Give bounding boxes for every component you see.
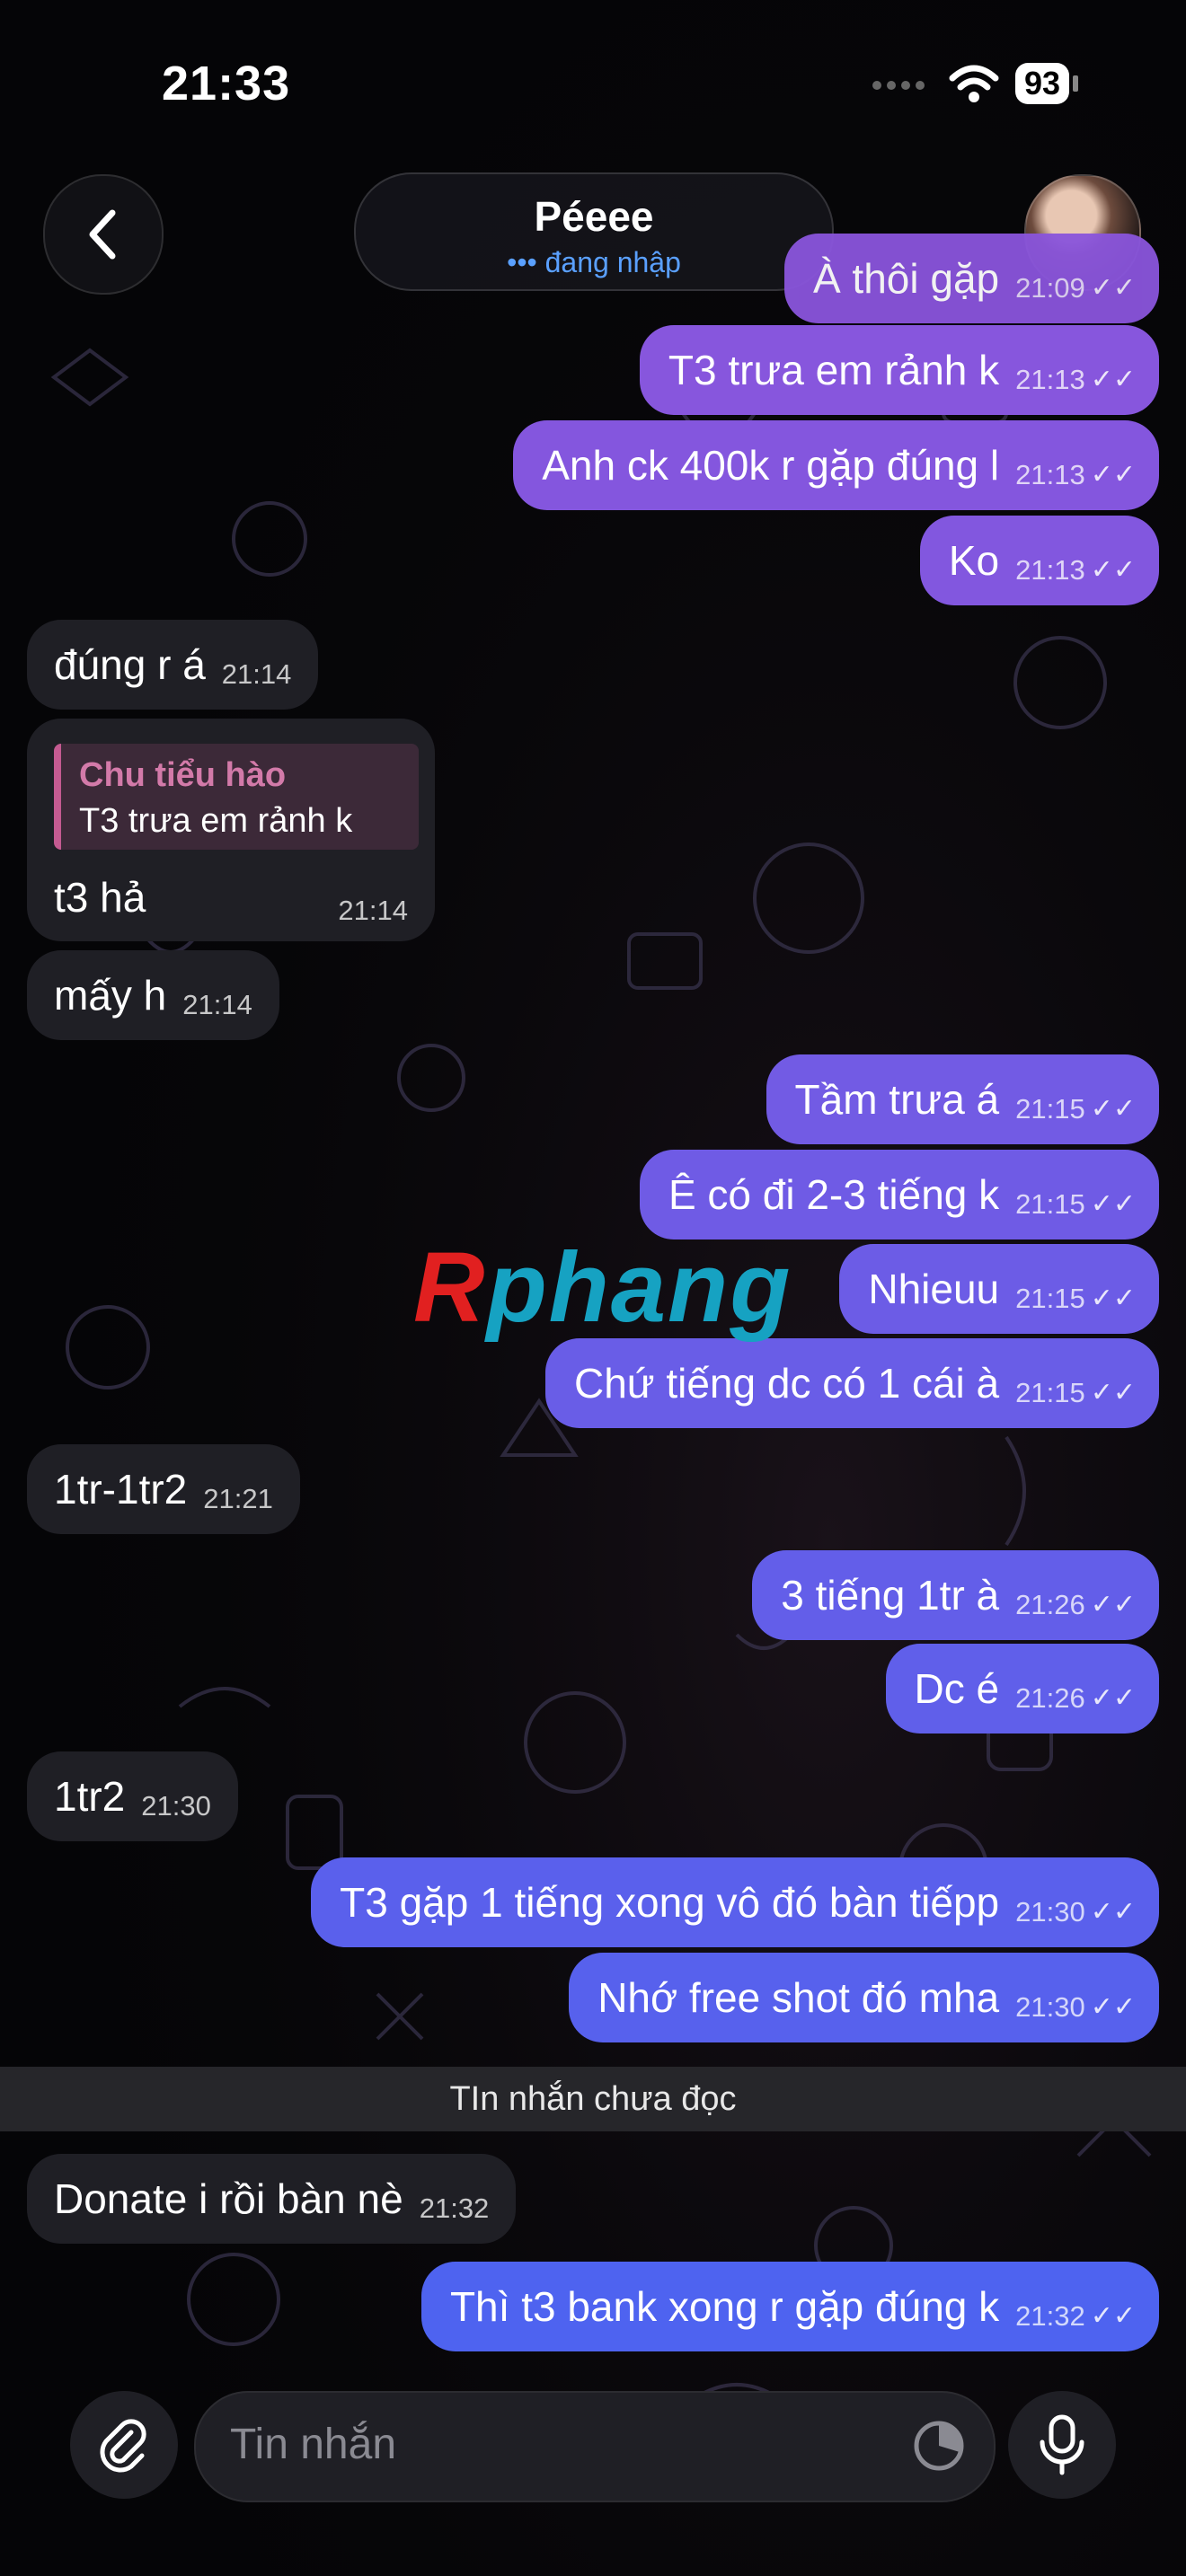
message-time: 21:13	[1015, 459, 1085, 490]
contact-name: Péeee	[534, 193, 654, 240]
message-bubble[interactable]: T3 trưa em rảnh k 21:13 ✓✓	[639, 325, 1159, 415]
quoted-sender: Chu tiểu hào	[79, 756, 287, 794]
double-check-icon: ✓✓	[1090, 365, 1136, 394]
double-check-icon: ✓✓	[1090, 1590, 1136, 1619]
message-bubble[interactable]: Nhớ free shot đó mha 21:30 ✓✓	[569, 1953, 1159, 2042]
quoted-text: T3 trưa em rảnh k	[79, 802, 353, 840]
message-bubble[interactable]: Ê có đi 2-3 tiếng k 21:15 ✓✓	[639, 1150, 1159, 1239]
message-time: 21:15	[1015, 1283, 1085, 1314]
battery-level: 93	[1014, 63, 1069, 104]
message-text: Ê có đi 2-3 tiếng k	[668, 1171, 1000, 1218]
message-time: 21:15	[1015, 1093, 1085, 1125]
status-indicators: 93	[870, 63, 1078, 104]
message-text: Ko	[948, 537, 1000, 584]
message-time: 21:32	[1015, 2300, 1085, 2332]
message-time: 21:09	[1015, 272, 1085, 304]
status-bar: 21:33 93	[0, 0, 1186, 171]
double-check-icon: ✓✓	[1090, 1378, 1136, 1407]
message-time: 21:13	[1015, 364, 1085, 395]
message-bubble[interactable]: Anh ck 400k r gặp đúng l 21:13 ✓✓	[513, 420, 1159, 510]
message-text: 1tr2	[54, 1773, 126, 1820]
double-check-icon: ✓✓	[1090, 555, 1136, 585]
watermark-logo: Rphang	[413, 1232, 792, 1343]
back-button[interactable]	[43, 174, 164, 295]
message-bubble[interactable]: 1tr-1tr2 21:21	[27, 1444, 300, 1534]
message-time: 21:14	[221, 658, 292, 690]
double-check-icon: ✓✓	[1090, 1094, 1136, 1124]
message-text: T3 trưa em rảnh k	[668, 347, 1000, 393]
message-bubble[interactable]: mấy h 21:14	[27, 950, 279, 1040]
message-time: 21:14	[338, 895, 408, 926]
double-check-icon: ✓✓	[1090, 1992, 1136, 2022]
contact-status: ••• đang nhập	[507, 246, 681, 278]
message-text: Thì t3 bank xong r gặp đúng k	[449, 2283, 1000, 2330]
message-time: 21:13	[1015, 554, 1085, 586]
message-text: Anh ck 400k r gặp đúng l	[542, 442, 1000, 489]
status-time: 21:33	[162, 57, 291, 110]
message-bubble[interactable]: À thôi gặp 21:09 ✓✓	[783, 234, 1159, 323]
microphone-button[interactable]	[1008, 2391, 1116, 2499]
message-text: 1tr-1tr2	[54, 1466, 188, 1513]
double-check-icon: ✓✓	[1090, 273, 1136, 303]
message-bubble[interactable]: Ko 21:13 ✓✓	[919, 516, 1159, 605]
microphone-icon	[1040, 2414, 1084, 2475]
message-text: Chứ tiếng dc có 1 cái à	[573, 1360, 1000, 1407]
chevron-left-icon	[89, 209, 116, 260]
message-text: đúng r á	[54, 641, 206, 688]
message-text: T3 gặp 1 tiếng xong vô đó bàn tiếpp	[340, 1879, 1000, 1926]
typing-dots-icon: •••	[507, 246, 537, 278]
message-text: mấy h	[54, 972, 167, 1019]
sticker-timer-icon[interactable]	[911, 2418, 967, 2474]
message-input-placeholder: Tin nhắn	[230, 2421, 397, 2468]
message-text: Nhieuu	[868, 1266, 1000, 1312]
wifi-icon	[949, 65, 999, 102]
chat-title[interactable]: Péeee ••• đang nhập	[354, 172, 834, 291]
message-bubble[interactable]: T3 gặp 1 tiếng xong vô đó bàn tiếpp 21:30…	[311, 1857, 1159, 1947]
message-text: Tầm trưa á	[794, 1076, 1000, 1123]
double-check-icon: ✓✓	[1090, 1189, 1136, 1219]
message-text: Donate i rồi bàn nè	[54, 2175, 403, 2222]
message-time: 21:30	[1015, 1896, 1085, 1928]
message-bubble[interactable]: Thì t3 bank xong r gặp đúng k 21:32 ✓✓	[420, 2262, 1159, 2351]
quoted-message[interactable]: Chu tiểu hào T3 trưa em rảnh k	[54, 744, 419, 850]
cellular-signal-icon	[872, 81, 925, 90]
message-time: 21:30	[1015, 1991, 1085, 2023]
message-text: 3 tiếng 1tr à	[781, 1572, 1000, 1619]
paperclip-icon	[100, 2419, 146, 2473]
message-bubble[interactable]: Dc é 21:26 ✓✓	[885, 1644, 1159, 1734]
message-bubble[interactable]: Nhieuu 21:15 ✓✓	[839, 1244, 1159, 1334]
message-composer: Tin nhắn	[0, 2380, 1186, 2576]
battery-icon	[1073, 75, 1078, 92]
message-input[interactable]: Tin nhắn	[194, 2391, 996, 2502]
message-text: Dc é	[914, 1665, 1000, 1712]
message-bubble[interactable]: đúng r á 21:14	[27, 620, 319, 710]
attach-button[interactable]	[70, 2391, 178, 2499]
message-time: 21:21	[203, 1483, 273, 1514]
message-text: Nhớ free shot đó mha	[597, 1974, 1000, 2021]
message-bubble[interactable]: Donate i rồi bàn nè 21:32	[27, 2154, 517, 2244]
message-text: t3 hả	[54, 874, 146, 921]
double-check-icon: ✓✓	[1090, 460, 1136, 490]
message-time: 21:26	[1015, 1682, 1085, 1714]
double-check-icon: ✓✓	[1090, 1897, 1136, 1927]
message-text: À thôi gặp	[812, 255, 1000, 302]
message-time: 21:14	[182, 989, 252, 1020]
reply-message-bubble[interactable]: Chu tiểu hào T3 trưa em rảnh k t3 hả 21:…	[27, 719, 435, 941]
message-time: 21:15	[1015, 1188, 1085, 1220]
message-bubble[interactable]: Chứ tiếng dc có 1 cái à 21:15 ✓✓	[544, 1338, 1159, 1428]
message-bubble[interactable]: 1tr2 21:30	[27, 1751, 238, 1841]
message-time: 21:15	[1015, 1377, 1085, 1408]
message-time: 21:26	[1015, 1589, 1085, 1620]
message-time: 21:30	[141, 1790, 211, 1822]
double-check-icon: ✓✓	[1090, 1284, 1136, 1313]
message-bubble[interactable]: Tầm trưa á 21:15 ✓✓	[766, 1054, 1159, 1144]
message-time: 21:32	[419, 2192, 490, 2224]
double-check-icon: ✓✓	[1090, 1683, 1136, 1713]
double-check-icon: ✓✓	[1090, 2301, 1136, 2331]
message-bubble[interactable]: 3 tiếng 1tr à 21:26 ✓✓	[752, 1550, 1159, 1640]
unread-divider: TIn nhắn chưa đọc	[0, 2067, 1186, 2131]
